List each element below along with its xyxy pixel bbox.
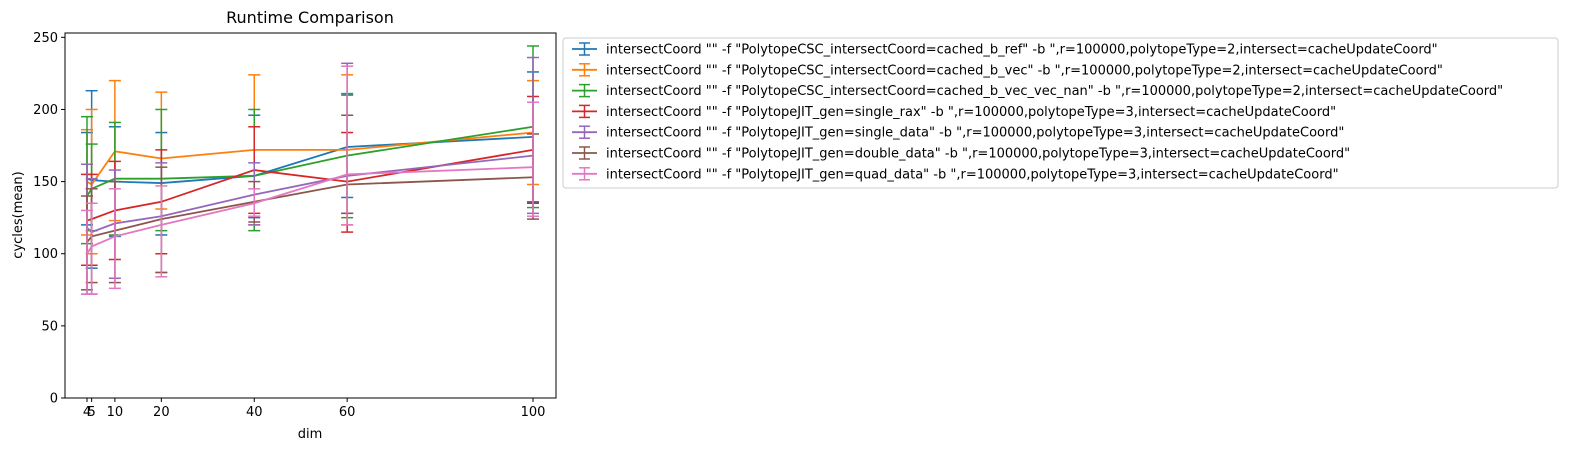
plot-area [81, 45, 539, 295]
legend-label: intersectCoord "" -f "PolytopeCSC_inters… [606, 63, 1443, 78]
y-axis: 0 50 100 150 200 250 [33, 31, 65, 407]
legend-label: intersectCoord "" -f "PolytopeCSC_inters… [606, 84, 1503, 99]
chart: 45 10 20 40 60 100 050100150200250 Runtime Co… [11, 8, 1559, 442]
x-axis-label: dim [298, 427, 323, 442]
chart-title: Runtime Comparison [226, 8, 394, 27]
x-axis: 45 10 20 40 60 100 [83, 398, 546, 420]
x-tick-label: 60 [339, 405, 356, 420]
legend-entry: intersectCoord "" -f "PolytopeJIT_gen=si… [572, 104, 1336, 120]
legend-label: intersectCoord "" -f "PolytopeJIT_gen=si… [606, 126, 1344, 141]
x-tick-label: 5 [88, 405, 96, 420]
x-tick-label: 100 [521, 405, 546, 420]
y-tick-label: 50 [41, 319, 58, 334]
y-tick-label: 100 [33, 247, 58, 262]
legend-entry: intersectCoord "" -f "PolytopeCSC_inters… [572, 63, 1443, 78]
series-6 [81, 114, 539, 291]
legend-entry: intersectCoord "" -f "PolytopeJIT_gen=qu… [572, 167, 1339, 182]
legend-label: intersectCoord "" -f "PolytopeJIT_gen=do… [606, 147, 1350, 162]
x-tick-label: 10 [107, 405, 124, 420]
legend-entry: intersectCoord "" -f "PolytopeCSC_inters… [572, 42, 1438, 58]
x-tick-label: 20 [153, 405, 170, 420]
x-tick-label: 40 [246, 405, 263, 420]
legend-label: intersectCoord "" -f "PolytopeJIT_gen=qu… [606, 167, 1339, 182]
axes-frame [64, 32, 557, 399]
series-5 [81, 56, 539, 295]
legend: intersectCoord "" -f "PolytopeCSC_inters… [562, 37, 1559, 189]
y-axis-label: cycles(mean) [11, 171, 26, 258]
legend-entry: intersectCoord "" -f "PolytopeJIT_gen=do… [572, 146, 1350, 162]
series-4 [81, 95, 539, 267]
y-tick-label: 200 [33, 103, 58, 118]
legend-label: intersectCoord "" -f "PolytopeJIT_gen=si… [606, 105, 1336, 120]
y-tick-label: 250 [33, 31, 58, 46]
legend-entry: intersectCoord "" -f "PolytopeCSC_inters… [572, 83, 1503, 99]
legend-entry: intersectCoord "" -f "PolytopeJIT_gen=si… [572, 125, 1344, 141]
legend-label: intersectCoord "" -f "PolytopeCSC_inters… [606, 43, 1438, 58]
series-line [86, 176, 534, 243]
y-tick-label: 150 [33, 175, 58, 190]
y-tick-label: 0 [50, 392, 58, 407]
series-3 [81, 45, 539, 245]
